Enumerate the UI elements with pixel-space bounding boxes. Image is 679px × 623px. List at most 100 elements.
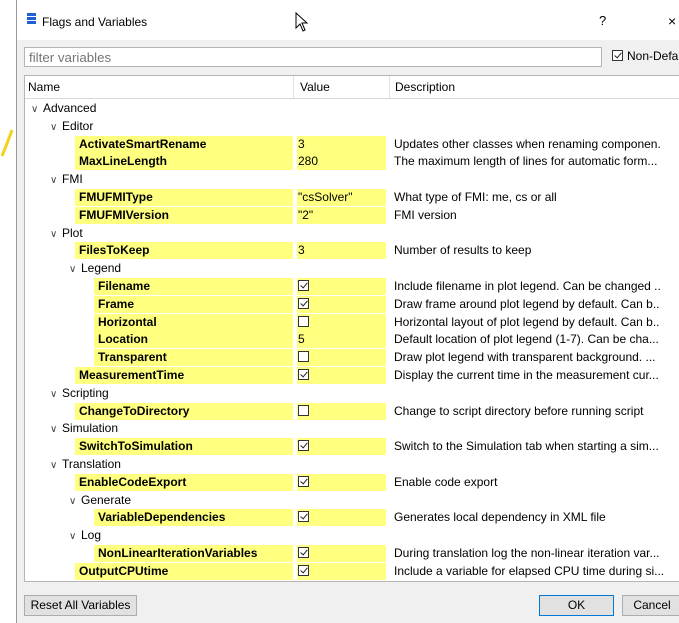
value-checkbox[interactable] <box>298 547 309 558</box>
tree-group-row[interactable]: ∨ Advanced <box>25 100 679 117</box>
group-label[interactable]: ∨ Generate <box>69 492 131 510</box>
tree-group-row[interactable]: ∨ Plot <box>25 225 679 242</box>
variable-row[interactable]: ActivateSmartRename 3 Updates other classe… <box>25 135 679 153</box>
value-checkbox[interactable] <box>298 369 309 380</box>
tree-group-row[interactable]: ∨ FMI <box>25 171 679 188</box>
chevron-down-icon[interactable]: ∨ <box>50 226 62 243</box>
variable-name: SwitchToSimulation <box>75 438 293 456</box>
column-value[interactable]: Value <box>300 80 330 94</box>
mouse-pointer-icon <box>295 12 309 32</box>
chevron-down-icon[interactable]: ∨ <box>50 172 62 189</box>
variable-value[interactable]: "2" <box>297 206 386 224</box>
value-checkbox[interactable] <box>298 440 309 452</box>
value-checkbox[interactable] <box>298 351 309 363</box>
tree-group-row[interactable]: ∨ Simulation <box>25 420 679 437</box>
variable-value[interactable] <box>297 545 386 562</box>
group-label[interactable]: ∨ Log <box>69 527 101 545</box>
ok-button[interactable]: OK <box>539 595 614 616</box>
variable-row[interactable]: Location 5 Default location of plot legend… <box>25 331 679 349</box>
group-label[interactable]: ∨ Legend <box>69 260 121 278</box>
group-label[interactable]: ∨ Translation <box>50 456 121 474</box>
variable-name: ActivateSmartRename <box>75 135 293 153</box>
chevron-down-icon[interactable]: ∨ <box>69 528 81 545</box>
variable-value[interactable] <box>297 402 386 420</box>
value-checkbox[interactable] <box>298 297 309 309</box>
chevron-down-icon[interactable]: ∨ <box>50 386 62 403</box>
reset-all-variables-button[interactable]: Reset All Variables <box>24 595 137 616</box>
variable-row[interactable]: ChangeToDirectory Change to script direct… <box>25 402 679 420</box>
variable-description: Switch to the Simulation tab when starti… <box>394 439 659 454</box>
tree-group-row[interactable]: ∨ Editor <box>25 118 679 135</box>
tree-group-row[interactable]: ∨ Scripting <box>25 385 679 402</box>
variable-value[interactable] <box>297 349 386 367</box>
group-name: Legend <box>81 261 122 276</box>
value-checkbox[interactable] <box>298 564 309 576</box>
variable-value[interactable] <box>297 562 386 580</box>
group-label[interactable]: ∨ Scripting <box>50 385 109 403</box>
variable-value[interactable]: "csSolver" <box>297 189 386 206</box>
value-checkbox[interactable] <box>298 280 309 291</box>
variable-row[interactable]: OutputCPUtime Include a variable for elap… <box>25 562 679 580</box>
group-name: Scripting <box>62 385 109 400</box>
variable-row[interactable]: Filename Include filename in plot legend.… <box>25 278 679 295</box>
variable-value[interactable] <box>297 313 386 331</box>
close-button[interactable]: × <box>668 13 676 29</box>
non-default-checkbox[interactable]: Non-Defaul <box>612 49 679 63</box>
chevron-down-icon[interactable]: ∨ <box>50 457 62 474</box>
variable-value[interactable] <box>297 278 386 295</box>
app-icon <box>27 13 36 24</box>
variable-name: VariableDependencies <box>94 509 293 527</box>
chevron-down-icon[interactable]: ∨ <box>69 261 81 278</box>
value-checkbox[interactable] <box>298 511 309 523</box>
help-button[interactable]: ? <box>599 13 606 28</box>
group-label[interactable]: ∨ Simulation <box>50 420 118 438</box>
variable-row[interactable]: VariableDependencies Generates local depe… <box>25 509 679 527</box>
variable-row[interactable]: FilesToKeep 3 Number of results to keep <box>25 242 679 260</box>
variable-name: FMUFMIVersion <box>75 206 293 224</box>
variable-row[interactable]: SwitchToSimulation Switch to the Simulati… <box>25 438 679 456</box>
filter-variables-input[interactable] <box>24 47 602 67</box>
variable-description: Enable code export <box>394 474 498 489</box>
tree-group-row[interactable]: ∨ Legend <box>25 260 679 277</box>
variable-row[interactable]: FMUFMIType "csSolver" What type of FMI: me… <box>25 189 679 206</box>
group-label[interactable]: ∨ Editor <box>50 118 93 136</box>
chevron-down-icon[interactable]: ∨ <box>69 493 81 510</box>
variables-tree[interactable]: Name Value Description ∨ Advanced ∨ Editor ∨… <box>24 75 679 582</box>
variable-row[interactable]: Horizontal Horizontal layout of plot lege… <box>25 313 679 331</box>
variable-value[interactable]: 3 <box>297 242 386 260</box>
group-label[interactable]: ∨ Plot <box>50 225 83 243</box>
variable-row[interactable]: NonLinearIterationVariables During transl… <box>25 545 679 562</box>
chevron-down-icon[interactable]: ∨ <box>50 119 62 136</box>
value-checkbox[interactable] <box>298 315 309 327</box>
variable-value[interactable]: 280 <box>297 153 386 171</box>
value-checkbox[interactable] <box>298 404 309 416</box>
column-name[interactable]: Name <box>28 80 60 94</box>
group-label[interactable]: ∨ FMI <box>50 171 83 189</box>
tree-group-row[interactable]: ∨ Translation <box>25 456 679 473</box>
variable-description: Include filename in plot legend. Can be … <box>394 279 661 293</box>
variable-value[interactable] <box>297 438 386 456</box>
variable-row[interactable]: FMUFMIVersion "2" FMI version <box>25 206 679 224</box>
value-checkbox[interactable] <box>298 475 309 487</box>
variable-value[interactable] <box>297 509 386 527</box>
column-description[interactable]: Description <box>395 80 455 94</box>
variable-value[interactable]: 3 <box>297 135 386 153</box>
variable-description: During translation log the non-linear it… <box>394 546 660 560</box>
variable-row[interactable]: EnableCodeExport Enable code export <box>25 473 679 491</box>
group-label[interactable]: ∨ Advanced <box>31 100 96 118</box>
variable-value[interactable]: 5 <box>297 331 386 349</box>
chevron-down-icon[interactable]: ∨ <box>31 101 43 118</box>
variable-value[interactable] <box>297 367 386 384</box>
variable-value[interactable] <box>297 473 386 491</box>
tree-group-row[interactable]: ∨ Log <box>25 527 679 544</box>
chevron-down-icon[interactable]: ∨ <box>50 421 62 438</box>
cancel-button[interactable]: Cancel <box>622 595 679 616</box>
variable-row[interactable]: Transparent Draw plot legend with transpa… <box>25 349 679 367</box>
variable-row[interactable]: MeasurementTime Display the current time … <box>25 367 679 384</box>
variable-description: Display the current time in the measurem… <box>394 368 659 382</box>
variable-row[interactable]: MaxLineLength 280 The maximum length of li… <box>25 153 679 171</box>
checkbox-icon[interactable] <box>612 50 623 61</box>
tree-group-row[interactable]: ∨ Generate <box>25 492 679 509</box>
variable-row[interactable]: Frame Draw frame around plot legend by de… <box>25 295 679 313</box>
variable-value[interactable] <box>297 295 386 313</box>
